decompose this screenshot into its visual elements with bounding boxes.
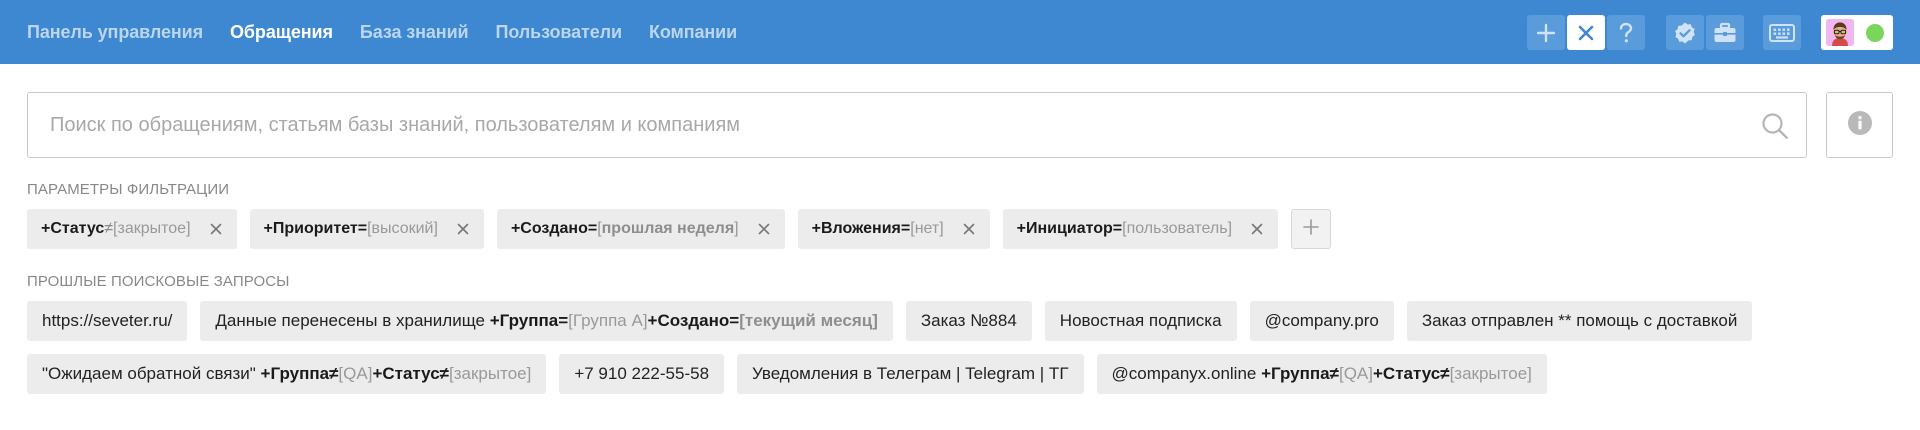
history-query[interactable]: @company.pro <box>1249 301 1394 341</box>
verified-icon <box>1673 21 1697 45</box>
close-icon <box>1578 25 1594 41</box>
user-menu[interactable] <box>1821 15 1893 50</box>
filters-title: ПАРАМЕТРЫ ФИЛЬТРАЦИИ <box>27 181 230 198</box>
remove-filter-icon[interactable] <box>757 222 771 236</box>
nav-companies[interactable]: Компании <box>649 22 737 43</box>
create-button[interactable] <box>1527 15 1565 50</box>
filter-chip-status[interactable]: +Статус ≠[закрытое] <box>27 209 237 249</box>
filter-chips: +Статус ≠[закрытое] +Приоритет =[высокий] … <box>27 209 1332 249</box>
filter-chip-created[interactable]: +Создано =[прошлая неделя] <box>496 209 785 249</box>
history-query[interactable]: Данные перенесены в хранилище +Группа = [Г… <box>200 301 893 341</box>
history-query[interactable]: https://seveter.ru/ <box>27 301 188 341</box>
history-query[interactable]: Новостная подписка <box>1044 301 1237 341</box>
verified-button[interactable] <box>1666 15 1704 50</box>
history-title: ПРОШЛЫЕ ПОИСКОВЫЕ ЗАПРОСЫ <box>27 273 290 290</box>
avatar <box>1826 19 1854 46</box>
top-navigation-bar: Панель управления Обращения База знаний … <box>0 0 1920 64</box>
briefcase-button[interactable] <box>1706 15 1744 50</box>
history-query[interactable]: Уведомления в Телеграм | Telegram | ТГ <box>737 354 1084 394</box>
remove-filter-icon[interactable] <box>209 222 223 236</box>
main-nav: Панель управления Обращения База знаний … <box>27 0 737 64</box>
history-row-1: https://seveter.ru/ Данные перенесены в … <box>27 301 1753 341</box>
plus-icon <box>1303 218 1319 240</box>
briefcase-icon <box>1713 22 1737 44</box>
add-filter-button[interactable] <box>1291 209 1332 249</box>
history-query[interactable]: "Ожидаем обратной связи" +Группа ≠ [QA] +Ст… <box>27 354 547 394</box>
plus-icon <box>1536 23 1556 43</box>
search-box <box>27 92 1807 158</box>
nav-dashboard[interactable]: Панель управления <box>27 22 203 43</box>
filter-chip-attachments[interactable]: +Вложения =[нет] <box>797 209 990 249</box>
online-status-indicator <box>1866 24 1884 42</box>
history-query[interactable]: Заказ отправлен ** помощь с доставкой <box>1406 301 1753 341</box>
help-icon <box>1618 22 1634 44</box>
close-search-button[interactable] <box>1567 15 1605 50</box>
nav-users[interactable]: Пользователи <box>496 22 623 43</box>
search-input[interactable] <box>28 93 1748 157</box>
remove-filter-icon[interactable] <box>962 222 976 236</box>
history-query[interactable]: Заказ №884 <box>905 301 1032 341</box>
nav-tickets[interactable]: Обращения <box>230 22 333 43</box>
keyboard-icon <box>1769 23 1795 42</box>
remove-filter-icon[interactable] <box>456 222 470 236</box>
remove-filter-icon[interactable] <box>1250 222 1264 236</box>
nav-knowledge-base[interactable]: База знаний <box>360 22 469 43</box>
help-button[interactable] <box>1607 15 1645 50</box>
history-query[interactable]: @companyx.online +Группа ≠ [QA] +Статус ≠ [за… <box>1096 354 1547 394</box>
filter-chip-priority[interactable]: +Приоритет =[высокий] <box>249 209 484 249</box>
history-query[interactable]: +7 910 222-55-58 <box>559 354 725 394</box>
filter-chip-initiator[interactable]: +Инициатор =[пользователь] <box>1002 209 1279 249</box>
search-icon[interactable] <box>1761 112 1789 145</box>
keyboard-button[interactable] <box>1763 15 1801 50</box>
info-icon <box>1847 110 1872 140</box>
history-row-2: "Ожидаем обратной связи" +Группа ≠ [QA] +Ст… <box>27 354 1547 394</box>
search-info-button[interactable] <box>1826 92 1893 158</box>
